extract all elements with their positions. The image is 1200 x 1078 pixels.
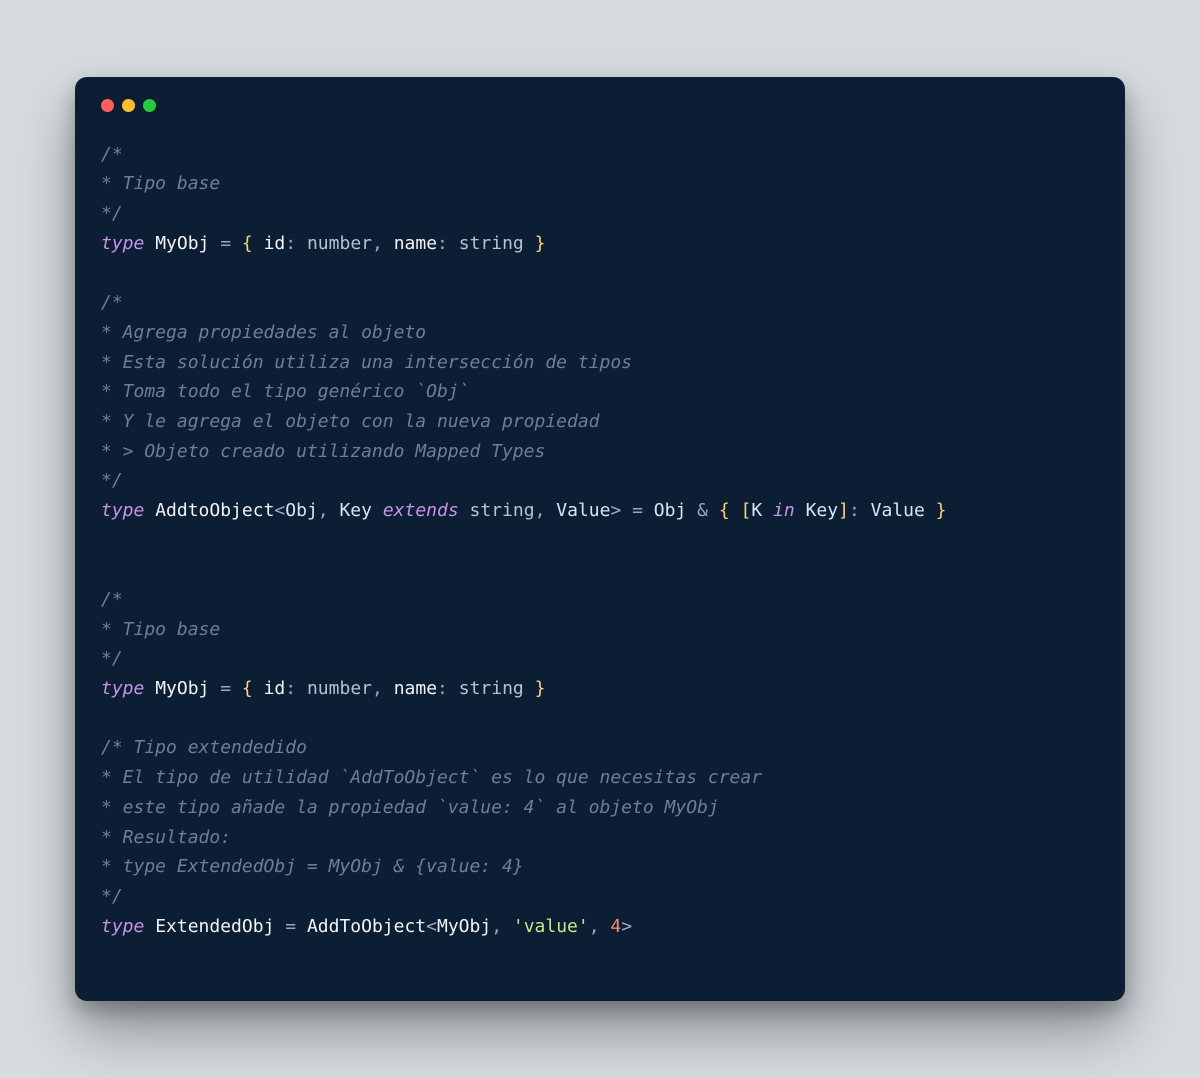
comment-line: /* (101, 144, 123, 165)
comment-line: * Esta solución utiliza una intersección… (101, 352, 632, 373)
comment-line: * Resultado: (101, 827, 231, 848)
comment-line: * type ExtendedObj = MyObj & {value: 4} (101, 856, 524, 877)
comment-line: /* (101, 589, 123, 610)
comment-line: */ (101, 886, 123, 907)
type-name: ExtendedObj (155, 916, 274, 937)
keyword-type: type (101, 500, 144, 521)
keyword-type: type (101, 916, 144, 937)
comment-line: /* (101, 292, 123, 313)
type-name: MyObj (155, 678, 209, 699)
code-window: /* * Tipo base */ type MyObj = { id: num… (75, 77, 1125, 1002)
keyword-type: type (101, 678, 144, 699)
type-name: MyObj (155, 233, 209, 254)
comment-line: * Toma todo el tipo genérico `Obj` (101, 381, 469, 402)
comment-line: * este tipo añade la propiedad `value: 4… (101, 797, 719, 818)
keyword-type: type (101, 233, 144, 254)
keyword-in: in (773, 500, 795, 521)
close-icon[interactable] (101, 99, 114, 112)
comment-line: */ (101, 470, 123, 491)
comment-line: * > Objeto creado utilizando Mapped Type… (101, 441, 545, 462)
comment-line: * Y le agrega el objeto con la nueva pro… (101, 411, 600, 432)
zoom-icon[interactable] (143, 99, 156, 112)
comment-line: /* Tipo extendedido (101, 737, 307, 758)
comment-line: */ (101, 648, 123, 669)
keyword-extends: extends (383, 500, 459, 521)
string-literal: 'value' (513, 916, 589, 937)
comment-line: */ (101, 203, 123, 224)
type-name: AddtoObject (155, 500, 274, 521)
minimize-icon[interactable] (122, 99, 135, 112)
window-controls (101, 99, 1099, 112)
comment-line: * Tipo base (101, 173, 220, 194)
comment-line: * Tipo base (101, 619, 220, 640)
comment-line: * Agrega propiedades al objeto (101, 322, 426, 343)
number-literal: 4 (610, 916, 621, 937)
code-block: /* * Tipo base */ type MyObj = { id: num… (101, 140, 1099, 942)
comment-line: * El tipo de utilidad `AddToObject` es l… (101, 767, 762, 788)
